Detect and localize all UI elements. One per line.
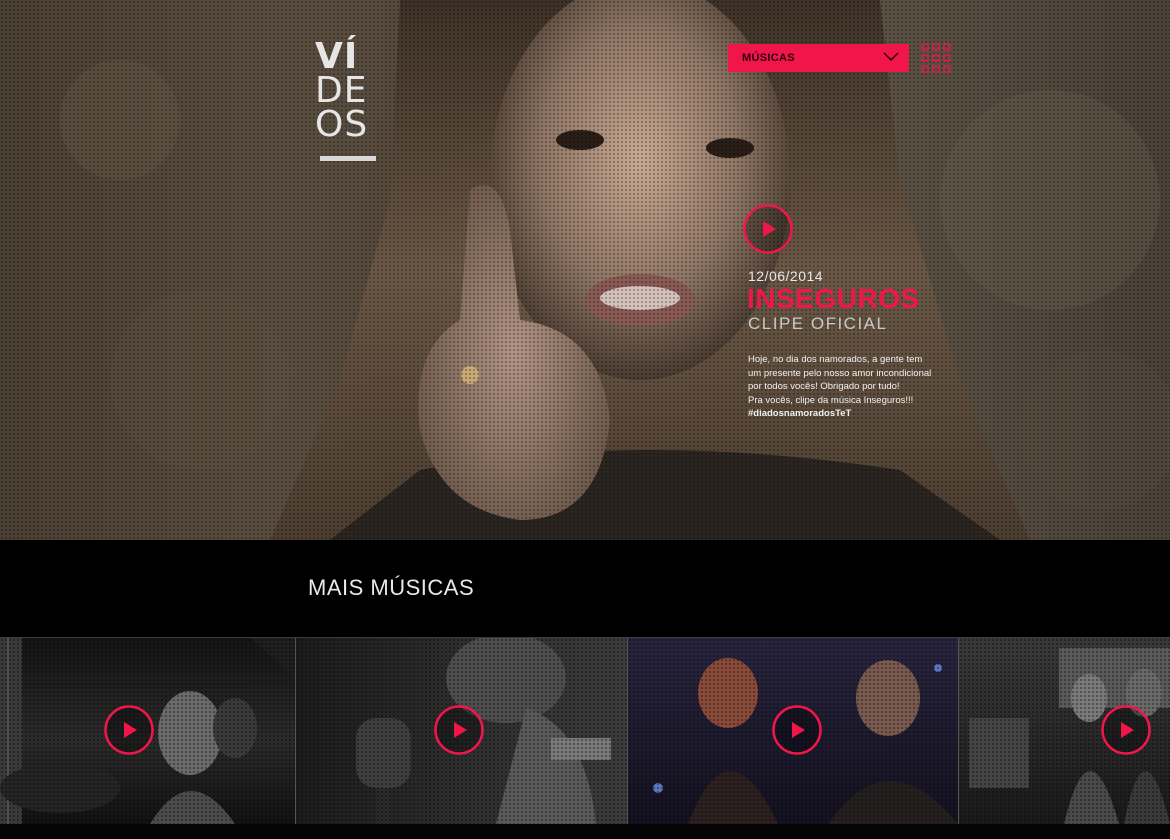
chevron-down-icon xyxy=(883,52,899,62)
play-icon[interactable] xyxy=(434,705,484,755)
videos-page: VÍ DE OS MÚSICAS 12/06/2014 INSEGUROS CL… xyxy=(0,0,1170,839)
logo-underline xyxy=(320,156,376,161)
logo-line-2: DE xyxy=(315,70,368,111)
hero-photo xyxy=(60,0,1170,540)
video-date: 12/06/2014 xyxy=(748,268,824,284)
logo-line-3: OS xyxy=(315,104,369,145)
video-thumbnail[interactable] xyxy=(959,638,1170,824)
page-footer-strip xyxy=(0,824,1170,839)
video-thumbnail[interactable] xyxy=(628,638,958,824)
hero-banner xyxy=(0,0,1170,540)
description-line: por todos vocês! Obrigado por tudo! xyxy=(748,381,900,392)
play-icon[interactable] xyxy=(104,705,154,755)
logo-line-1: VÍ xyxy=(315,36,359,77)
description-line: Hoje, no dia dos namorados, a gente tem xyxy=(748,354,923,365)
play-icon[interactable] xyxy=(1101,705,1151,755)
category-dropdown-label: MÚSICAS xyxy=(742,52,795,64)
video-subtitle: CLIPE OFICIAL xyxy=(748,314,888,333)
video-thumbnail[interactable] xyxy=(0,638,295,824)
video-title[interactable]: INSEGUROS xyxy=(747,283,920,315)
page-logo[interactable]: VÍ DE OS xyxy=(315,36,377,145)
category-dropdown[interactable]: MÚSICAS xyxy=(728,44,909,72)
video-carousel xyxy=(0,637,1170,825)
description-line: Pra vocês, clipe da música Inseguros!!! xyxy=(748,394,914,406)
play-icon[interactable] xyxy=(743,204,793,254)
hashtag-link[interactable]: #diadosnamoradosTeT xyxy=(748,407,938,421)
video-thumbnail[interactable] xyxy=(296,638,627,824)
video-description: Hoje, no dia dos namorados, a gente tem … xyxy=(748,353,938,421)
play-icon[interactable] xyxy=(772,705,822,755)
grid-icon[interactable] xyxy=(921,43,951,73)
description-line: um presente pelo nosso amor incondiciona… xyxy=(748,367,932,379)
section-title: MAIS MÚSICAS xyxy=(308,575,475,600)
